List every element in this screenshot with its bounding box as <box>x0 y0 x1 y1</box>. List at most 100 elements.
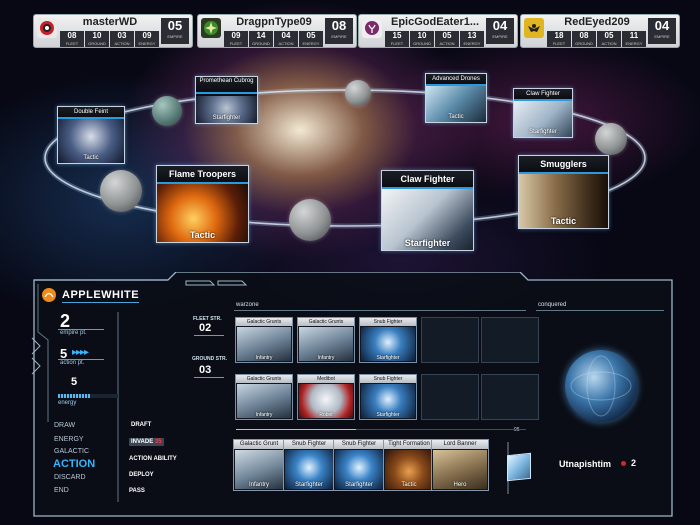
phase-end: END <box>54 487 69 494</box>
purple-symbol-emblem-icon <box>362 18 382 38</box>
card-type: Robot <box>319 412 333 418</box>
card-title: Smugglers <box>519 156 608 174</box>
empire-stat: 05 EMPIRE <box>161 18 189 44</box>
conquered-planet[interactable] <box>565 350 637 422</box>
board-card-promethean-cubrog[interactable]: Promethean Cubrog Starfighter <box>195 76 258 124</box>
energy-bar <box>58 394 118 398</box>
card-type: Infantry <box>248 482 269 488</box>
card-type: Starfighter <box>376 412 400 418</box>
draft-button[interactable]: DRAFT <box>131 422 151 428</box>
pass-button[interactable]: PASS <box>129 488 145 494</box>
invade-cost-badge: 35 <box>154 439 162 445</box>
phase-draw: DRAW <box>54 422 76 429</box>
player-card-redeyed209[interactable]: RedEyed209 18 FLEET 08 GROUND 05 ACTION 11 E… <box>520 14 680 48</box>
card-type: Starfighter <box>212 115 241 121</box>
phase-discard: DISCARD <box>54 474 86 481</box>
card-title: Galactic Grunts <box>236 318 292 326</box>
player-name: masterWD <box>82 16 138 28</box>
planet[interactable] <box>152 96 182 126</box>
energy-label: energy <box>58 400 77 406</box>
player-card-masterwd[interactable]: masterWD 08 FLEET 10 GROUND 03 ACTION 09 ENE… <box>33 14 193 48</box>
board-card-double-feint[interactable]: Double Feint Tactic <box>57 106 125 164</box>
red-target-emblem-icon <box>37 18 57 38</box>
green-star-emblem-icon <box>201 18 221 38</box>
phase-action-active: ACTION <box>53 458 96 470</box>
energy-stat: 09 ENERGY <box>135 31 159 47</box>
action-stat: 05 ACTION <box>597 31 621 47</box>
card-type: Infantry <box>255 355 273 361</box>
warzone-card-snub-fighter[interactable]: Snub Fighter Starfighter <box>359 374 417 420</box>
warzone-card-galactic-grunts[interactable]: Galactic Grunts Infantry <box>235 317 293 363</box>
card-type: Hero <box>453 482 467 488</box>
action-stat: 05 ACTION <box>435 31 459 47</box>
card-type: Starfighter <box>295 482 323 488</box>
warzone-label: warzone <box>236 302 259 308</box>
conquered-label: conquered <box>538 302 567 308</box>
card-type: Tactic <box>550 216 577 226</box>
card-type: Starfighter <box>404 238 451 248</box>
action-stat: 04 ACTION <box>274 31 298 47</box>
card-type: Tactic <box>401 482 417 488</box>
hud-player-name: APPLEWHITE <box>62 289 140 303</box>
card-title: Snub Fighter <box>284 440 334 449</box>
fleet-stat: 09 FLEET <box>224 31 248 47</box>
hand-card-lord-banner[interactable]: Lord Banner Hero <box>431 439 489 491</box>
planet[interactable] <box>595 123 627 155</box>
invade-button[interactable]: INVADE 35 <box>129 438 164 446</box>
board-card-claw-fighter-small[interactable]: Claw Fighter Starfighter <box>513 88 573 138</box>
ground-stat: 08 GROUND <box>572 31 596 47</box>
card-title: Tight Formation <box>384 440 434 449</box>
ground-stat: 10 GROUND <box>85 31 109 47</box>
ground-stat: 14 GROUND <box>249 31 273 47</box>
warzone-card-galactic-grunts[interactable]: Galactic Grunts Infantry <box>297 317 355 363</box>
warzone-card-galactic-grunts[interactable]: Galactic Grunts Infantry <box>235 374 293 420</box>
card-title: Galactic Grunt <box>234 440 284 449</box>
board-card-flame-troopers[interactable]: Flame Troopers Tactic <box>156 165 249 243</box>
yellow-eagle-emblem-icon <box>524 18 544 38</box>
action-ability-button[interactable]: ACTION ABILITY <box>129 456 177 462</box>
card-type: Infantry <box>255 412 273 418</box>
card-type: Starfighter <box>529 129 557 135</box>
fleet-stat: 18 FLEET <box>547 31 571 47</box>
deploy-button[interactable]: DEPLOY <box>129 472 154 478</box>
warzone-count: 06 <box>514 427 520 433</box>
ground-stat: 10 GROUND <box>410 31 434 47</box>
hand-card-snub-fighter[interactable]: Snub Fighter Starfighter <box>283 439 335 491</box>
planet-marker-icon <box>621 461 626 466</box>
planet-value: 2 <box>631 458 637 468</box>
player-card-dragpntype09[interactable]: DragpnType09 09 FLEET 14 GROUND 04 ACTION 0… <box>197 14 357 48</box>
action-stat: 03 ACTION <box>110 31 134 47</box>
deck-cube-icon[interactable] <box>507 452 531 482</box>
board-card-advanced-drones[interactable]: Advanced Drones Tactic <box>425 73 487 123</box>
card-title: Advanced Drones <box>426 74 486 86</box>
empire-stat: 08 EMPIRE <box>325 18 353 44</box>
planet[interactable] <box>100 170 142 212</box>
player-emblem-icon <box>41 287 57 308</box>
card-title: Claw Fighter <box>382 171 473 189</box>
card-title: Galactic Grunts <box>298 318 354 326</box>
ground-strength-label: GROUND STR. <box>192 356 227 362</box>
empire-stat: 04 EMPIRE <box>648 18 676 44</box>
card-type: Infantry <box>317 355 335 361</box>
card-title: Snub Fighter <box>334 440 384 449</box>
ground-strength-value: 03 <box>199 364 212 376</box>
planet[interactable] <box>289 199 331 241</box>
warzone-card-medibot[interactable]: Medibot Robot <box>297 374 355 420</box>
board-card-smugglers[interactable]: Smugglers Tactic <box>518 155 609 229</box>
hand-card-snub-fighter[interactable]: Snub Fighter Starfighter <box>333 439 385 491</box>
card-title: Galactic Grunts <box>236 375 292 383</box>
empire-points-label: empire pt. <box>60 330 87 336</box>
fleet-stat: 15 FLEET <box>385 31 409 47</box>
board-card-claw-fighter[interactable]: Claw Fighter Starfighter <box>381 170 474 251</box>
energy-stat: 11 ENERGY <box>622 31 646 47</box>
planet-name: Utnapishtim <box>559 459 612 469</box>
fleet-stat: 08 FLEET <box>60 31 84 47</box>
player-name: EpicGodEater1... <box>390 16 480 28</box>
hand-card-galactic-grunt[interactable]: Galactic Grunt Infantry <box>233 439 285 491</box>
energy-stat: 05 ENERGY <box>299 31 323 47</box>
fleet-strength-value: 02 <box>199 322 212 334</box>
player-card-epicgodeater[interactable]: EpicGodEater1... 15 FLEET 10 GROUND 05 ACTI… <box>358 14 518 48</box>
planet[interactable] <box>345 80 371 106</box>
warzone-card-snub-fighter[interactable]: Snub Fighter Starfighter <box>359 317 417 363</box>
hand-card-tight-formation[interactable]: Tight Formation Tactic <box>383 439 435 491</box>
